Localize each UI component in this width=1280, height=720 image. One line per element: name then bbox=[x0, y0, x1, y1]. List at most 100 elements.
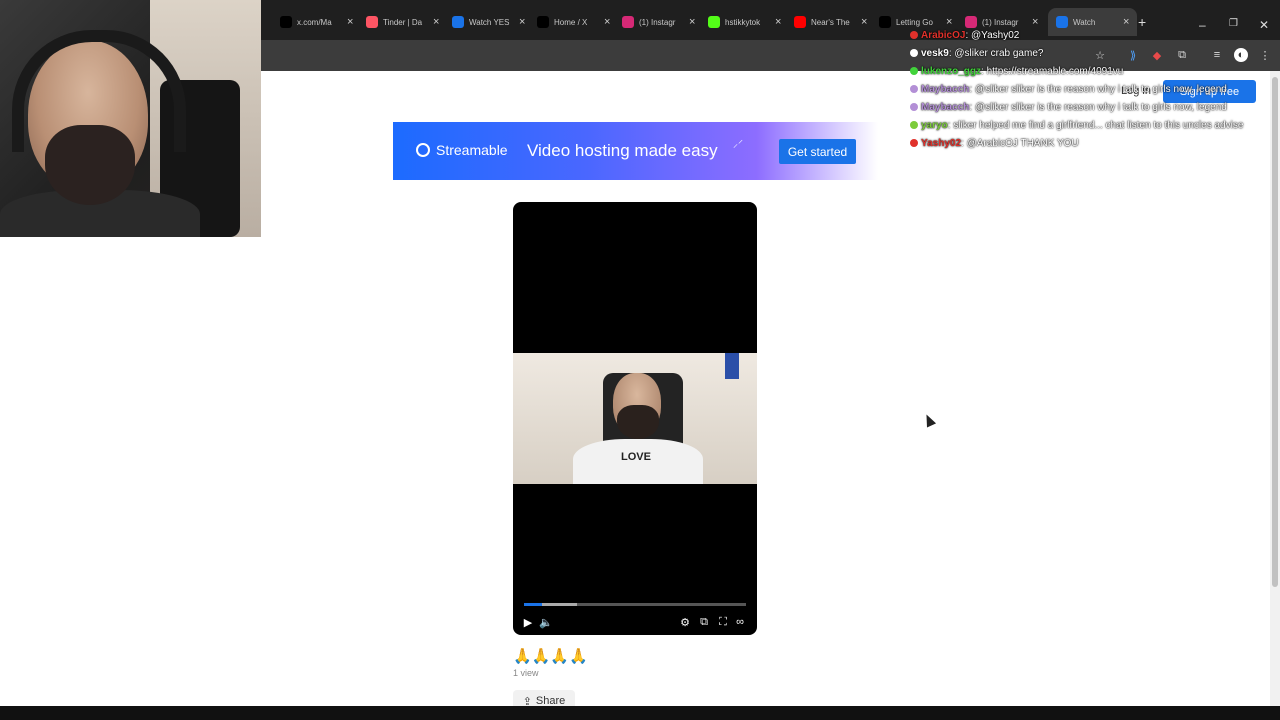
chat-badge-icon bbox=[910, 85, 918, 94]
chat-message: vesk9: @sliker crab game? bbox=[910, 48, 1043, 59]
view-count: 1 view bbox=[513, 668, 539, 678]
browser-tab[interactable]: x.com/Ma × bbox=[280, 8, 353, 36]
star-icon[interactable]: ☆ bbox=[1093, 48, 1107, 62]
video-title: 🙏🙏🙏🙏 bbox=[513, 648, 588, 665]
progress-played bbox=[524, 603, 542, 606]
tab-close-icon[interactable]: × bbox=[689, 16, 695, 28]
chat-badge-icon bbox=[910, 121, 918, 130]
video-beard bbox=[617, 405, 659, 439]
chat-text: : @ArabicOJ THANK YOU bbox=[961, 138, 1079, 149]
menu-icon[interactable]: ⋮ bbox=[1258, 48, 1272, 62]
chat-badge-icon bbox=[910, 67, 918, 76]
chat-username: lukenzo_ggz bbox=[921, 66, 982, 77]
restore-icon[interactable]: ❐ bbox=[1229, 18, 1238, 29]
chat-badge-icon bbox=[910, 139, 918, 148]
browser-tab[interactable]: hstikkytok × bbox=[708, 8, 781, 36]
tab-close-icon[interactable]: × bbox=[519, 16, 525, 28]
tab-close-icon[interactable]: × bbox=[861, 16, 867, 28]
tab-close-icon[interactable]: × bbox=[775, 16, 781, 28]
minimize-icon[interactable]: – bbox=[1199, 18, 1206, 32]
chat-username: ArabicOJ bbox=[921, 30, 966, 41]
chat-text: : https://streamable.com/4091vu bbox=[981, 66, 1124, 77]
chat-username: Maybacch bbox=[921, 84, 970, 95]
tab-close-icon[interactable]: × bbox=[604, 16, 610, 28]
browser-tab[interactable]: Near's The × bbox=[794, 8, 867, 36]
tab-title: Tinder | Da bbox=[383, 17, 423, 27]
streamable-logo: Streamable bbox=[416, 142, 508, 158]
sparkle-icon: ⸝⸍ bbox=[733, 139, 743, 150]
settings-icon[interactable]: ⚙ bbox=[678, 615, 692, 629]
streamable-icon bbox=[452, 16, 464, 28]
plus-icon: + bbox=[1138, 14, 1147, 30]
puzzle-icon[interactable]: ⧉ bbox=[1175, 48, 1189, 62]
media-icon[interactable]: ≡ bbox=[1210, 48, 1224, 62]
chat-message: Yashy02: @ArabicOJ THANK YOU bbox=[910, 138, 1079, 149]
video-frame: LOVE bbox=[513, 353, 757, 484]
chat-badge-icon bbox=[910, 103, 918, 112]
instagram-icon bbox=[622, 16, 634, 28]
video-player[interactable]: LOVE ▶ 🔈 ⚙ ⧉ ⛶ ∞ bbox=[513, 202, 757, 635]
extension-red-icon[interactable]: ◆ bbox=[1150, 48, 1164, 62]
video-shirt: LOVE bbox=[573, 439, 703, 484]
video-lamp bbox=[725, 353, 739, 379]
taskbar bbox=[0, 706, 1280, 720]
browser-tab[interactable]: Watch × bbox=[1048, 8, 1138, 36]
chat-username: vesk9 bbox=[921, 48, 949, 59]
get-started-button[interactable]: Get started bbox=[779, 139, 856, 164]
tab-title: (1) Instagr bbox=[639, 17, 676, 27]
browser-tab[interactable]: Tinder | Da × bbox=[366, 8, 439, 36]
tab-title: Home / X bbox=[554, 17, 588, 27]
tab-close-icon[interactable]: × bbox=[347, 16, 353, 28]
scrollbar-thumb[interactable] bbox=[1272, 77, 1278, 587]
new-tab-button[interactable]: + bbox=[1138, 8, 1146, 36]
chat-text: : @sliker sliker is the reason why i tal… bbox=[969, 102, 1227, 113]
x-icon bbox=[537, 16, 549, 28]
banner-tagline: Video hosting made easy bbox=[527, 141, 718, 160]
streamable-icon bbox=[1056, 16, 1068, 28]
avatar[interactable]: ◐ bbox=[1234, 48, 1248, 62]
youtube-icon bbox=[794, 16, 806, 28]
browser-tab[interactable]: Home / X × bbox=[537, 8, 610, 36]
chat-message: yaryo: sliker helped me find a girlfrien… bbox=[910, 120, 1243, 131]
ad-banner[interactable]: Streamable Video hosting made easy ⸝⸍ Ge… bbox=[393, 122, 878, 180]
chat-message: ArabicOJ: @Yashy02 bbox=[910, 30, 1019, 41]
streamable-icon[interactable]: ∞ bbox=[733, 615, 747, 629]
volume-icon[interactable]: 🔈 bbox=[539, 615, 553, 629]
tab-title: Watch YES bbox=[469, 17, 510, 27]
chat-text: : @Yashy02 bbox=[965, 30, 1020, 41]
tiktok-icon bbox=[879, 16, 891, 28]
chat-badge-icon bbox=[910, 31, 918, 40]
extension-icon[interactable]: ⟫ bbox=[1126, 48, 1140, 62]
brand-name: Streamable bbox=[436, 142, 508, 158]
tab-title: Near's The bbox=[811, 17, 850, 27]
chat-username: Yashy02 bbox=[921, 138, 962, 149]
tab-title: Watch bbox=[1073, 17, 1096, 27]
fullscreen-icon[interactable]: ⛶ bbox=[716, 615, 730, 629]
tab-title: (1) Instagr bbox=[982, 17, 1019, 27]
scrollbar[interactable] bbox=[1270, 71, 1280, 706]
pip-icon[interactable]: ⧉ bbox=[697, 615, 711, 629]
shirt-text: LOVE bbox=[621, 451, 651, 463]
tab-close-icon[interactable]: × bbox=[1032, 16, 1038, 28]
browser-tab[interactable]: (1) Instagr × bbox=[622, 8, 695, 36]
play-icon[interactable]: ▶ bbox=[521, 615, 535, 629]
chat-username: Maybacch bbox=[921, 102, 970, 113]
kick-icon bbox=[708, 16, 720, 28]
chat-text: : sliker helped me find a girlfriend... … bbox=[947, 120, 1244, 131]
x-icon bbox=[280, 16, 292, 28]
instagram-icon bbox=[965, 16, 977, 28]
streamable-icon bbox=[416, 143, 430, 157]
chat-message: Maybacch: @sliker sliker is the reason w… bbox=[910, 84, 1227, 95]
tab-title: hstikkytok bbox=[725, 17, 761, 27]
tab-title: Letting Go bbox=[896, 17, 933, 27]
browser-tab[interactable]: Watch YES × bbox=[452, 8, 525, 36]
chat-message: Maybacch: @sliker sliker is the reason w… bbox=[910, 102, 1227, 113]
tab-title: x.com/Ma bbox=[297, 17, 332, 27]
chat-badge-icon bbox=[910, 49, 918, 58]
chat-text: : @sliker sliker is the reason why i tal… bbox=[969, 84, 1227, 95]
video-progress-bar[interactable] bbox=[524, 603, 746, 606]
tab-close-icon[interactable]: × bbox=[946, 16, 952, 28]
tab-close-icon[interactable]: × bbox=[1123, 16, 1129, 28]
tab-close-icon[interactable]: × bbox=[433, 16, 439, 28]
close-window-icon[interactable]: ✕ bbox=[1259, 18, 1269, 32]
